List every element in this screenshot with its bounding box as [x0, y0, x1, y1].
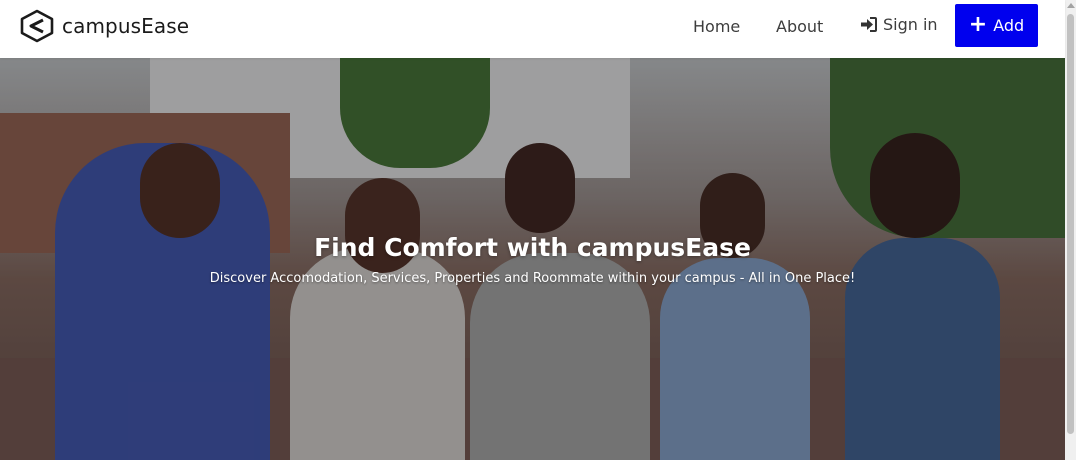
sign-in-label: Sign in	[883, 15, 938, 34]
scrollbar-thumb[interactable]	[1067, 14, 1074, 434]
hero-banner: Find Comfort with campusEase Discover Ac…	[0, 58, 1065, 460]
navbar: campusEase Home About Sign in + Add	[0, 0, 1065, 58]
add-button[interactable]: + Add	[955, 4, 1038, 47]
nav-link-home[interactable]: Home	[693, 17, 740, 36]
add-button-label: Add	[993, 16, 1025, 35]
sign-in-icon	[861, 17, 877, 32]
brand-name: campusEase	[62, 14, 190, 38]
scroll-up-arrow-icon[interactable]	[1067, 3, 1075, 8]
vertical-scrollbar[interactable]	[1065, 0, 1076, 460]
sign-in-link[interactable]: Sign in	[860, 15, 938, 34]
hero-subtitle: Discover Accomodation, Services, Propert…	[209, 271, 856, 286]
plus-icon: +	[968, 11, 988, 37]
nav-link-about[interactable]: About	[776, 17, 823, 36]
logo-icon	[20, 9, 54, 43]
brand-logo[interactable]: campusEase	[20, 9, 189, 43]
hero-title: Find Comfort with campusEase	[314, 233, 751, 262]
